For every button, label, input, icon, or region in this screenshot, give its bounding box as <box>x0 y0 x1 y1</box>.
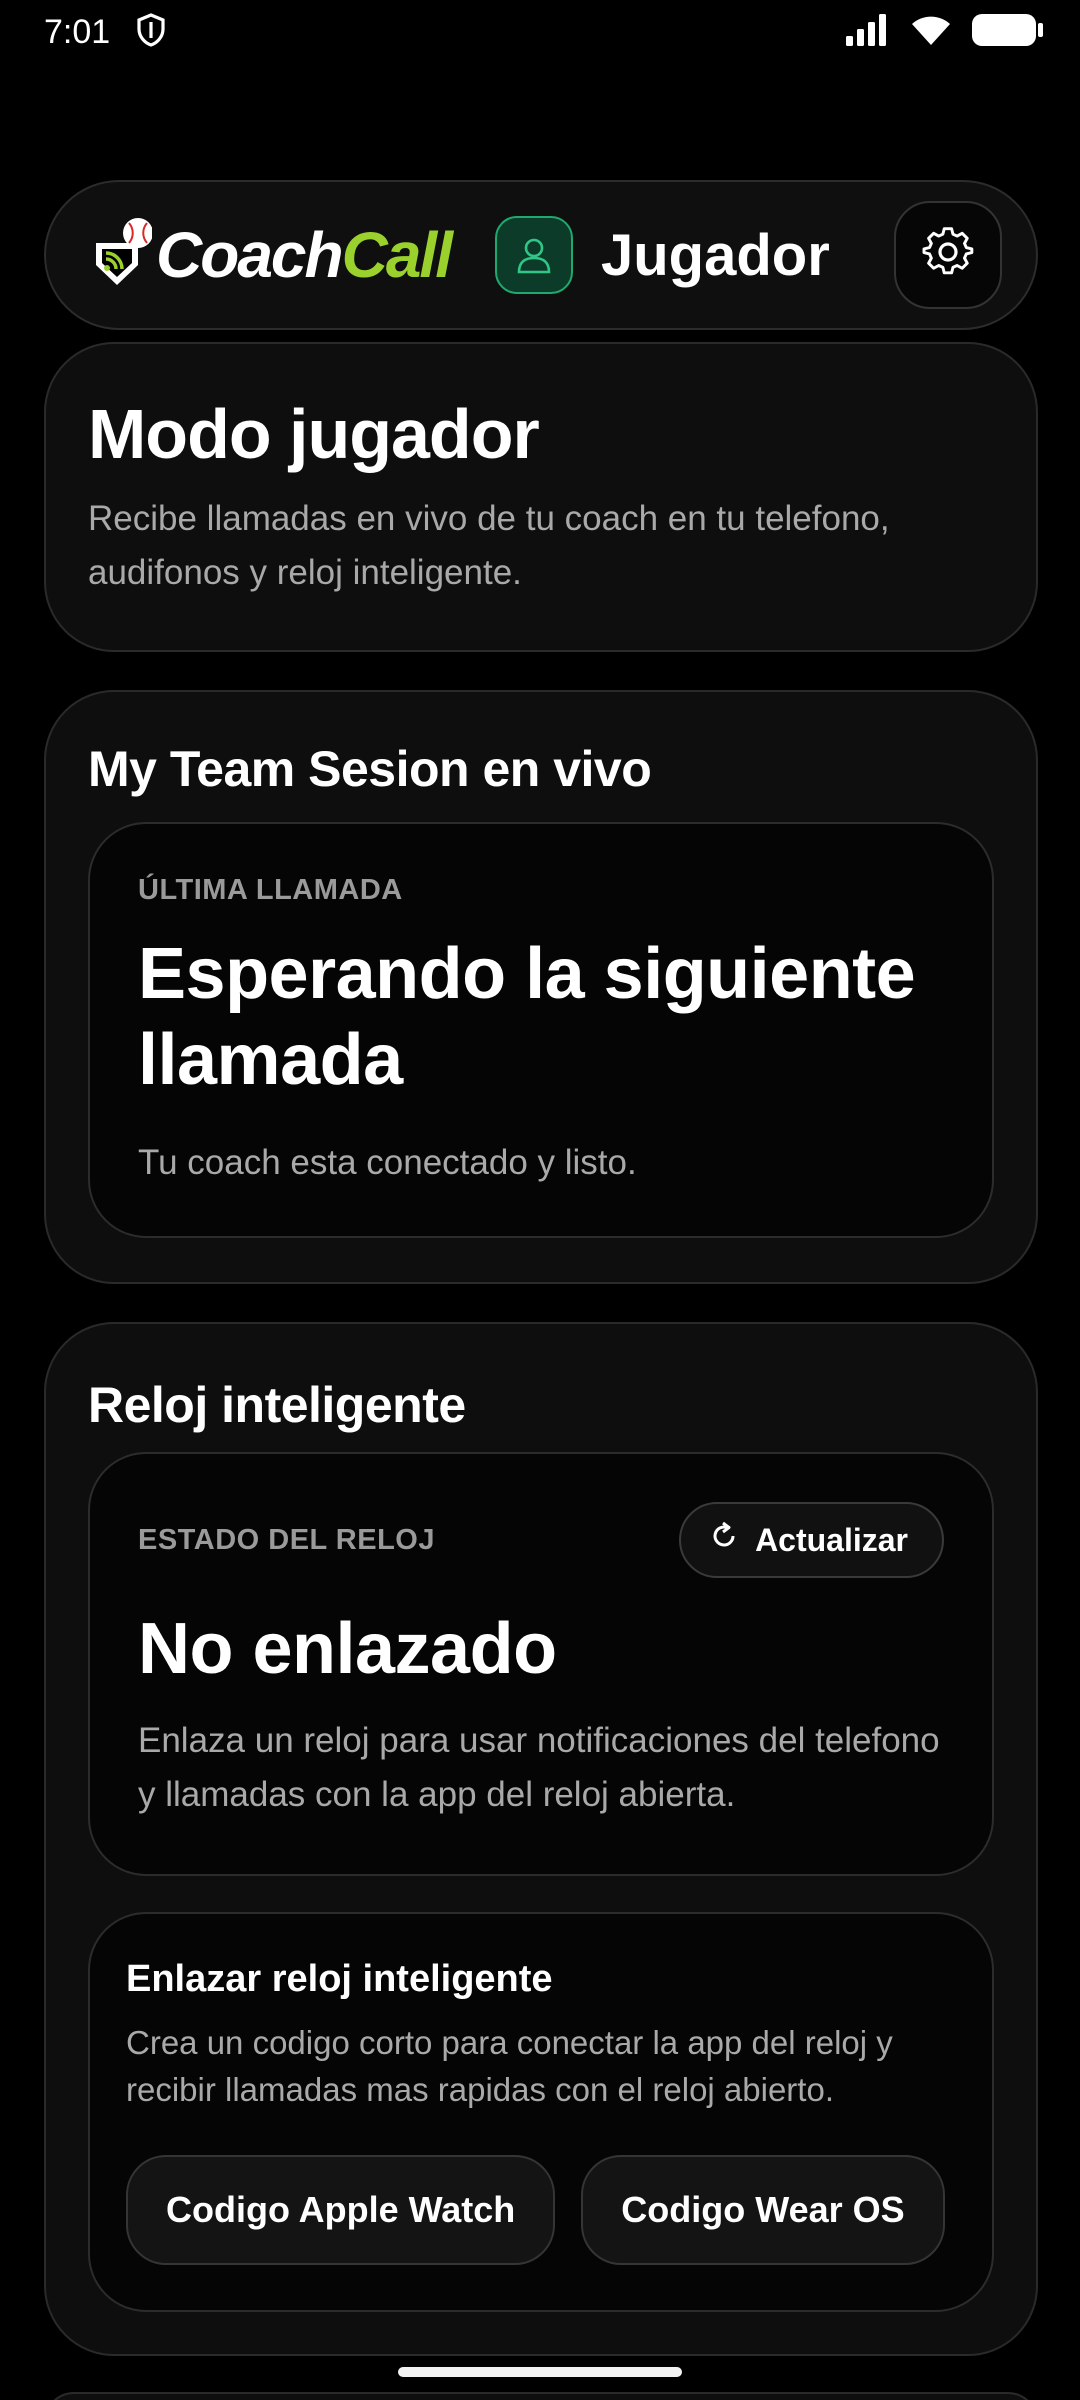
refresh-button[interactable]: Actualizar <box>679 1502 944 1578</box>
link-watch-description: Crea un codigo corto para conectar la ap… <box>126 2024 893 2108</box>
watch-status-header: ESTADO DEL RELOJ Actualizar <box>138 1502 944 1578</box>
last-call-status: Esperando la siguiente llamada <box>138 934 916 1100</box>
last-call-panel: ÚLTIMA LLAMADA Esperando la siguiente ll… <box>88 822 994 1238</box>
coachcall-logo: Coach Call <box>94 213 453 297</box>
refresh-icon <box>709 1521 739 1559</box>
live-session-card: My Team Sesion en vivo ÚLTIMA LLAMADA Es… <box>44 690 1038 1284</box>
person-icon <box>494 216 573 294</box>
session-title: My Team Sesion en vivo <box>88 741 652 797</box>
baseball-plate-icon <box>94 213 153 297</box>
watch-section-title: Reloj inteligente <box>88 1377 466 1433</box>
watch-status-description: Enlaza un reloj para usar notificaciones… <box>138 1721 940 1814</box>
smartwatch-card: Reloj inteligente ESTADO DEL RELOJ Actua… <box>44 1322 1038 2356</box>
player-screen: 7:01 Coach Call Jugador Modo jugador Rec… <box>0 0 1080 2400</box>
signal-icon <box>846 13 890 51</box>
gear-icon <box>922 226 974 284</box>
battery-icon <box>972 13 1044 52</box>
app-header: Coach Call Jugador <box>44 180 1038 330</box>
watch-status-panel: ESTADO DEL RELOJ Actualizar No enlazado … <box>88 1452 994 1876</box>
mode-title: Modo jugador <box>88 395 540 473</box>
link-watch-panel: Enlazar reloj inteligente Crea un codigo… <box>88 1912 994 2312</box>
next-card-edge <box>44 2392 1038 2400</box>
apple-watch-code-button[interactable]: Codigo Apple Watch <box>126 2155 556 2265</box>
last-call-description: Tu coach esta conectado y listo. <box>138 1143 637 1182</box>
settings-button[interactable] <box>894 201 1002 309</box>
link-watch-title: Enlazar reloj inteligente <box>126 1958 553 2000</box>
watch-status: No enlazado <box>138 1609 557 1689</box>
status-time: 7:01 <box>44 12 111 51</box>
logo-coach-text: Coach <box>156 219 344 291</box>
logo-call-text: Call <box>341 219 453 291</box>
last-call-eyebrow: ÚLTIMA LLAMADA <box>138 874 403 906</box>
home-indicator[interactable] <box>398 2367 682 2377</box>
mode-description: Recibe llamadas en vivo de tu coach en t… <box>88 499 890 592</box>
status-left: 7:01 <box>44 13 166 52</box>
watch-status-eyebrow: ESTADO DEL RELOJ <box>138 1523 435 1556</box>
code-buttons-row: Codigo Apple Watch Codigo Wear OS <box>126 2155 956 2265</box>
wifi-icon <box>910 14 952 51</box>
wear-os-code-button[interactable]: Codigo Wear OS <box>581 2155 945 2265</box>
shield-icon <box>136 12 166 52</box>
player-mode-card: Modo jugador Recibe llamadas en vivo de … <box>44 342 1038 652</box>
refresh-label: Actualizar <box>755 1521 908 1558</box>
status-right <box>846 13 1044 52</box>
status-bar: 7:01 <box>0 0 1080 64</box>
role-label: Jugador <box>600 222 830 288</box>
